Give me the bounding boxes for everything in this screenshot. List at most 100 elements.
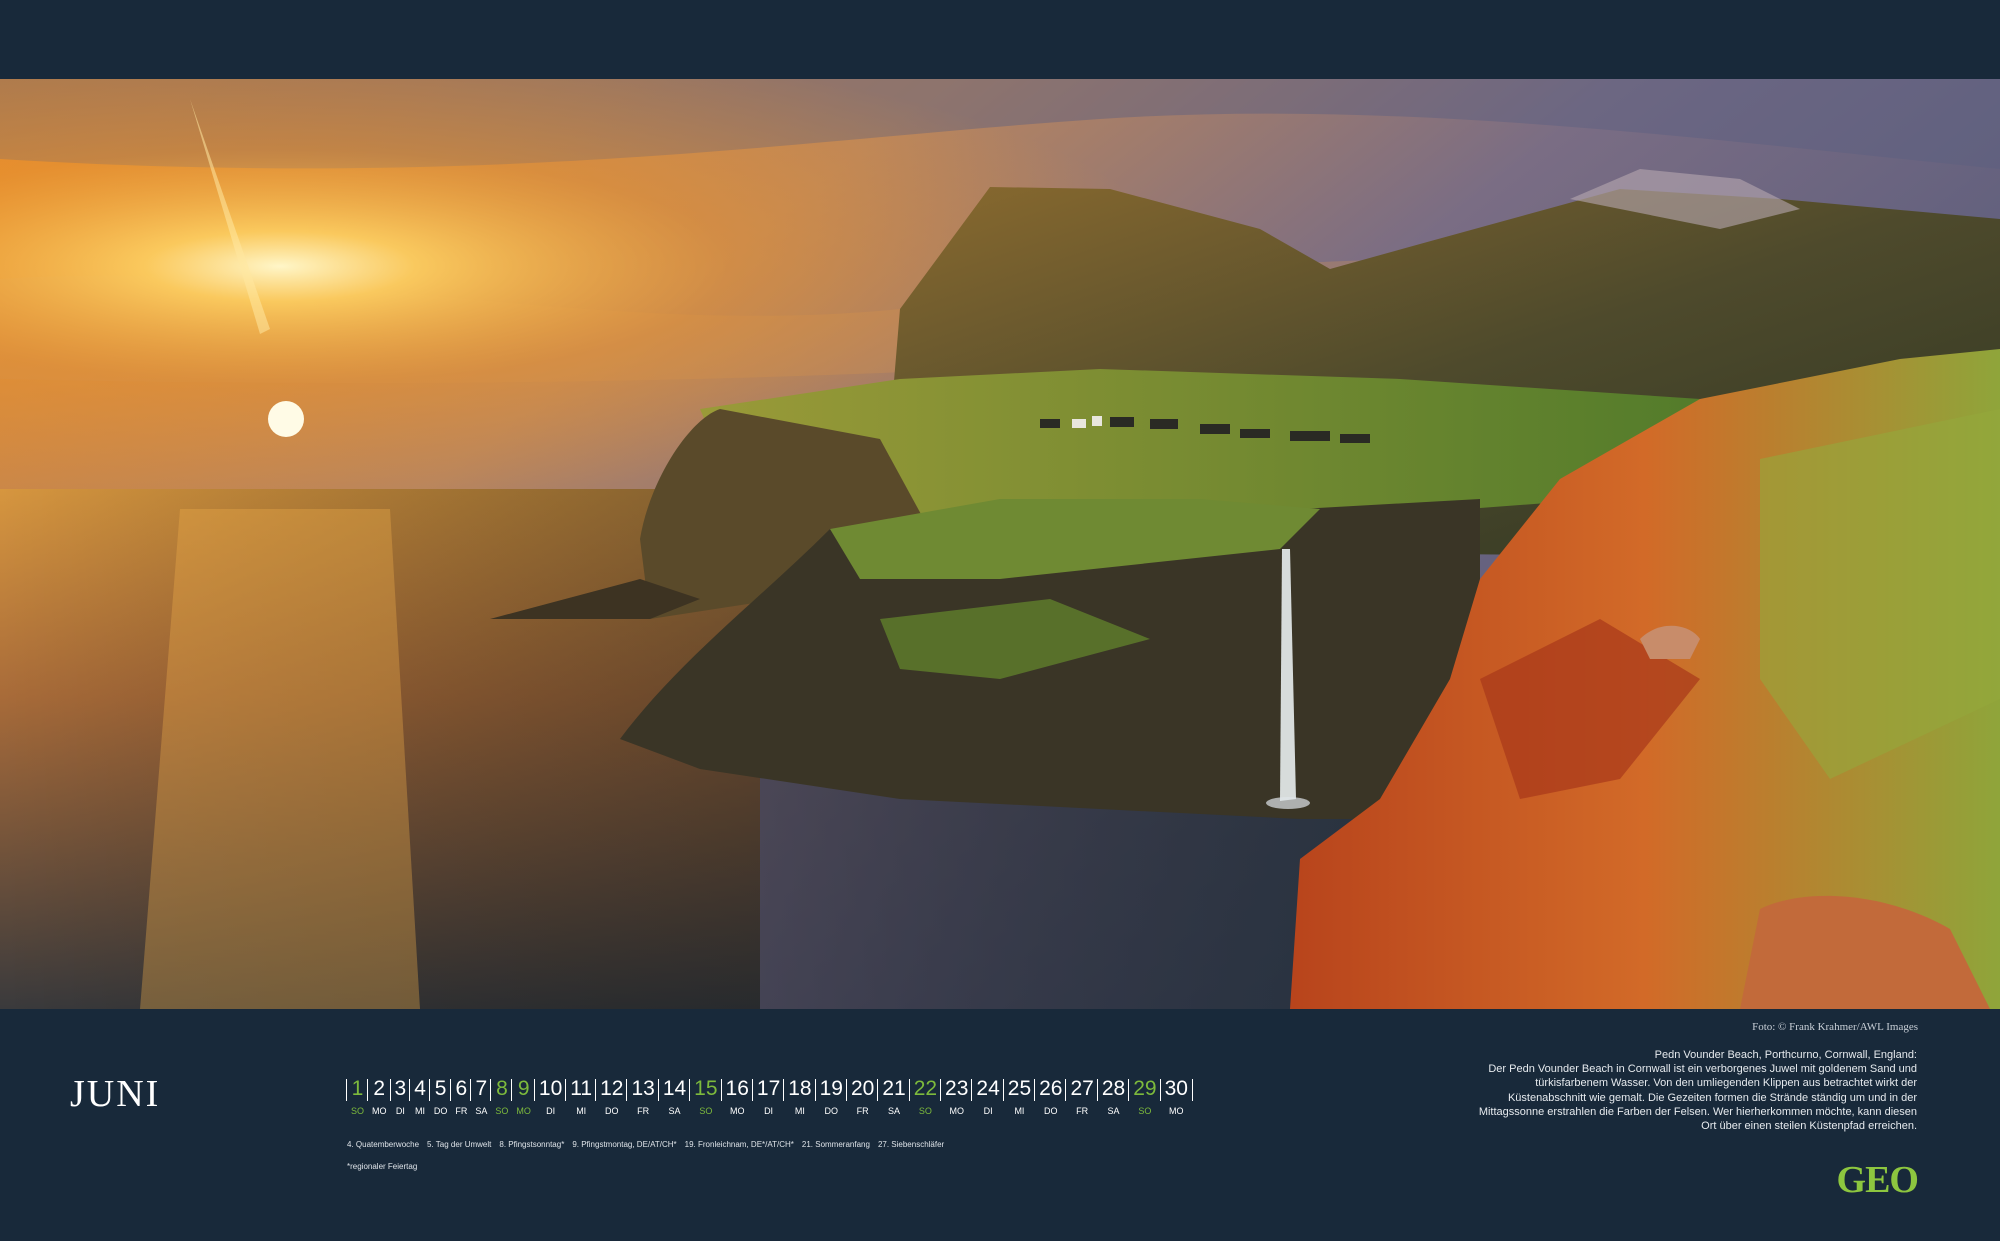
weekday-label: MI [794, 1106, 805, 1116]
day-number: 4 [414, 1077, 426, 1100]
weekday-label: MO [949, 1106, 964, 1116]
day-number: 19 [819, 1077, 843, 1100]
day-number: 17 [756, 1077, 781, 1100]
weekday-label: SA [668, 1106, 681, 1116]
landscape-photo [0, 79, 2000, 1009]
landscape-illustration [0, 79, 2000, 1009]
weekday-label: SO [699, 1106, 713, 1116]
day-number: 18 [788, 1077, 812, 1100]
calendar-day: 5 DO [428, 1076, 451, 1118]
holiday-entry: 19. Fronleichnam, DE*/AT/CH* [684, 1140, 794, 1149]
day-number: 30 [1164, 1077, 1188, 1100]
caption-title: Pedn Vounder Beach, Porthcurno, Cornwall… [1654, 1049, 1917, 1061]
day-number: 27 [1070, 1077, 1094, 1100]
day-number: 26 [1039, 1077, 1063, 1100]
weekday-label: MO [729, 1106, 745, 1116]
day-number: 14 [662, 1077, 687, 1100]
calendar-day: 25 MI [1002, 1076, 1034, 1118]
holiday-entry: 5. Tag der Umwelt [427, 1140, 492, 1149]
calendar-day: 4 MI [409, 1076, 429, 1118]
geo-logo: GEO [1836, 1159, 1919, 1201]
weekday-label: MI [576, 1106, 587, 1116]
day-number: 23 [945, 1077, 969, 1100]
weekday-label: MO [1168, 1106, 1184, 1116]
weekday-label: SO [1138, 1106, 1152, 1116]
day-number: 3 [394, 1077, 407, 1100]
calendar-day: 15 SO [689, 1076, 720, 1118]
calendar-day: 9 MO [511, 1076, 534, 1118]
calendar-day: 8 SO [490, 1076, 511, 1118]
calendar-day: 6 FR [450, 1076, 470, 1118]
day-number: 9 [517, 1077, 530, 1100]
calendar-day: 22 SO [908, 1076, 940, 1118]
day-number: 25 [1007, 1077, 1032, 1100]
weekday-label: DO [1044, 1106, 1058, 1116]
day-number: 12 [600, 1077, 624, 1100]
day-number: 29 [1133, 1077, 1157, 1100]
weekday-label: DI [983, 1106, 993, 1116]
weekday-label: FR [455, 1106, 468, 1116]
caption-body: Der Pedn Vounder Beach in Cornwall ist e… [1478, 1063, 1917, 1133]
calendar-day: 16 MO [720, 1076, 752, 1118]
holiday-entry: 8. Pfingstsonntag* [499, 1140, 565, 1149]
day-number: 11 [570, 1077, 593, 1100]
calendar-day: 19 DO [814, 1076, 846, 1118]
calendar-day: 12 DO [595, 1076, 626, 1118]
day-number: 22 [913, 1077, 938, 1100]
calendar-day: 28 SA [1096, 1076, 1128, 1118]
calendar-day: 1 SO [346, 1076, 367, 1118]
day-number: 20 [850, 1077, 875, 1100]
weekday-label: DO [433, 1106, 448, 1116]
day-number: 10 [538, 1077, 563, 1100]
day-number: 24 [976, 1077, 1000, 1100]
day-number: 13 [631, 1077, 655, 1100]
calendar-day: 2 MO [367, 1076, 390, 1118]
weekday-label: FR [856, 1106, 869, 1116]
calendar-day: 18 MI [783, 1076, 814, 1118]
weekday-label: DI [546, 1106, 556, 1116]
day-number: 16 [725, 1077, 749, 1100]
holiday-entry: 27. Siebenschläfer [877, 1140, 945, 1149]
photo-caption: Pedn Vounder Beach, Porthcurno, Cornwall… [1477, 1048, 1917, 1133]
calendar-day: 20 FR [845, 1076, 877, 1118]
day-number: 1 [351, 1077, 364, 1100]
day-number: 8 [496, 1077, 508, 1100]
weekday-label: DI [764, 1106, 774, 1116]
weekday-label: MI [415, 1106, 426, 1116]
weekday-label: SA [1107, 1106, 1120, 1116]
weekday-label: SA [475, 1106, 488, 1116]
holiday-entry: 4. Quatemberwoche [347, 1140, 420, 1149]
holiday-entry: 9. Pfingstmontag, DE/AT/CH* [572, 1140, 677, 1149]
day-number: 6 [455, 1077, 468, 1100]
calendar-day: 14 SA [657, 1076, 689, 1118]
day-number: 5 [434, 1077, 447, 1100]
day-strip: 1 SO 2 MO 3 DI 4 MI 5 DO 6 FR 7 SA 8 SO 9 MO 10 DI 11 MI 12 DO 1… [346, 1076, 1194, 1118]
day-number: 7 [475, 1077, 488, 1100]
day-number: 21 [882, 1077, 906, 1100]
day-number: 2 [373, 1077, 386, 1100]
calendar-day: 7 SA [470, 1076, 490, 1118]
weekday-label: DI [395, 1106, 405, 1116]
calendar-day: 30 MO [1159, 1076, 1194, 1118]
holiday-list: 4. Quatemberwoche 5. Tag der Umwelt 8. Pfi… [347, 1140, 952, 1149]
calendar-day: 21 SA [877, 1076, 908, 1118]
calendar-day: 27 FR [1065, 1076, 1096, 1118]
weekday-label: FR [637, 1106, 650, 1116]
calendar-day: 23 MO [940, 1076, 971, 1118]
weekday-label: SA [888, 1106, 901, 1116]
weekday-label: SO [918, 1106, 932, 1116]
day-number: 15 [694, 1077, 718, 1100]
calendar-day: 3 DI [389, 1076, 410, 1118]
weekday-label: MI [1014, 1106, 1025, 1116]
calendar-day: 11 MI [565, 1076, 595, 1118]
weekday-label: DO [605, 1106, 619, 1116]
calendar-day: 13 FR [626, 1076, 657, 1118]
holiday-footnote: *regionaler Feiertag [347, 1162, 418, 1171]
weekday-label: SO [351, 1106, 365, 1116]
weekday-label: DO [824, 1106, 839, 1116]
calendar-day: 24 DI [971, 1076, 1002, 1118]
weekday-label: MO [516, 1106, 531, 1116]
weekday-label: FR [1076, 1106, 1089, 1116]
weekday-label: SO [495, 1106, 509, 1116]
weekday-label: MO [372, 1106, 387, 1116]
